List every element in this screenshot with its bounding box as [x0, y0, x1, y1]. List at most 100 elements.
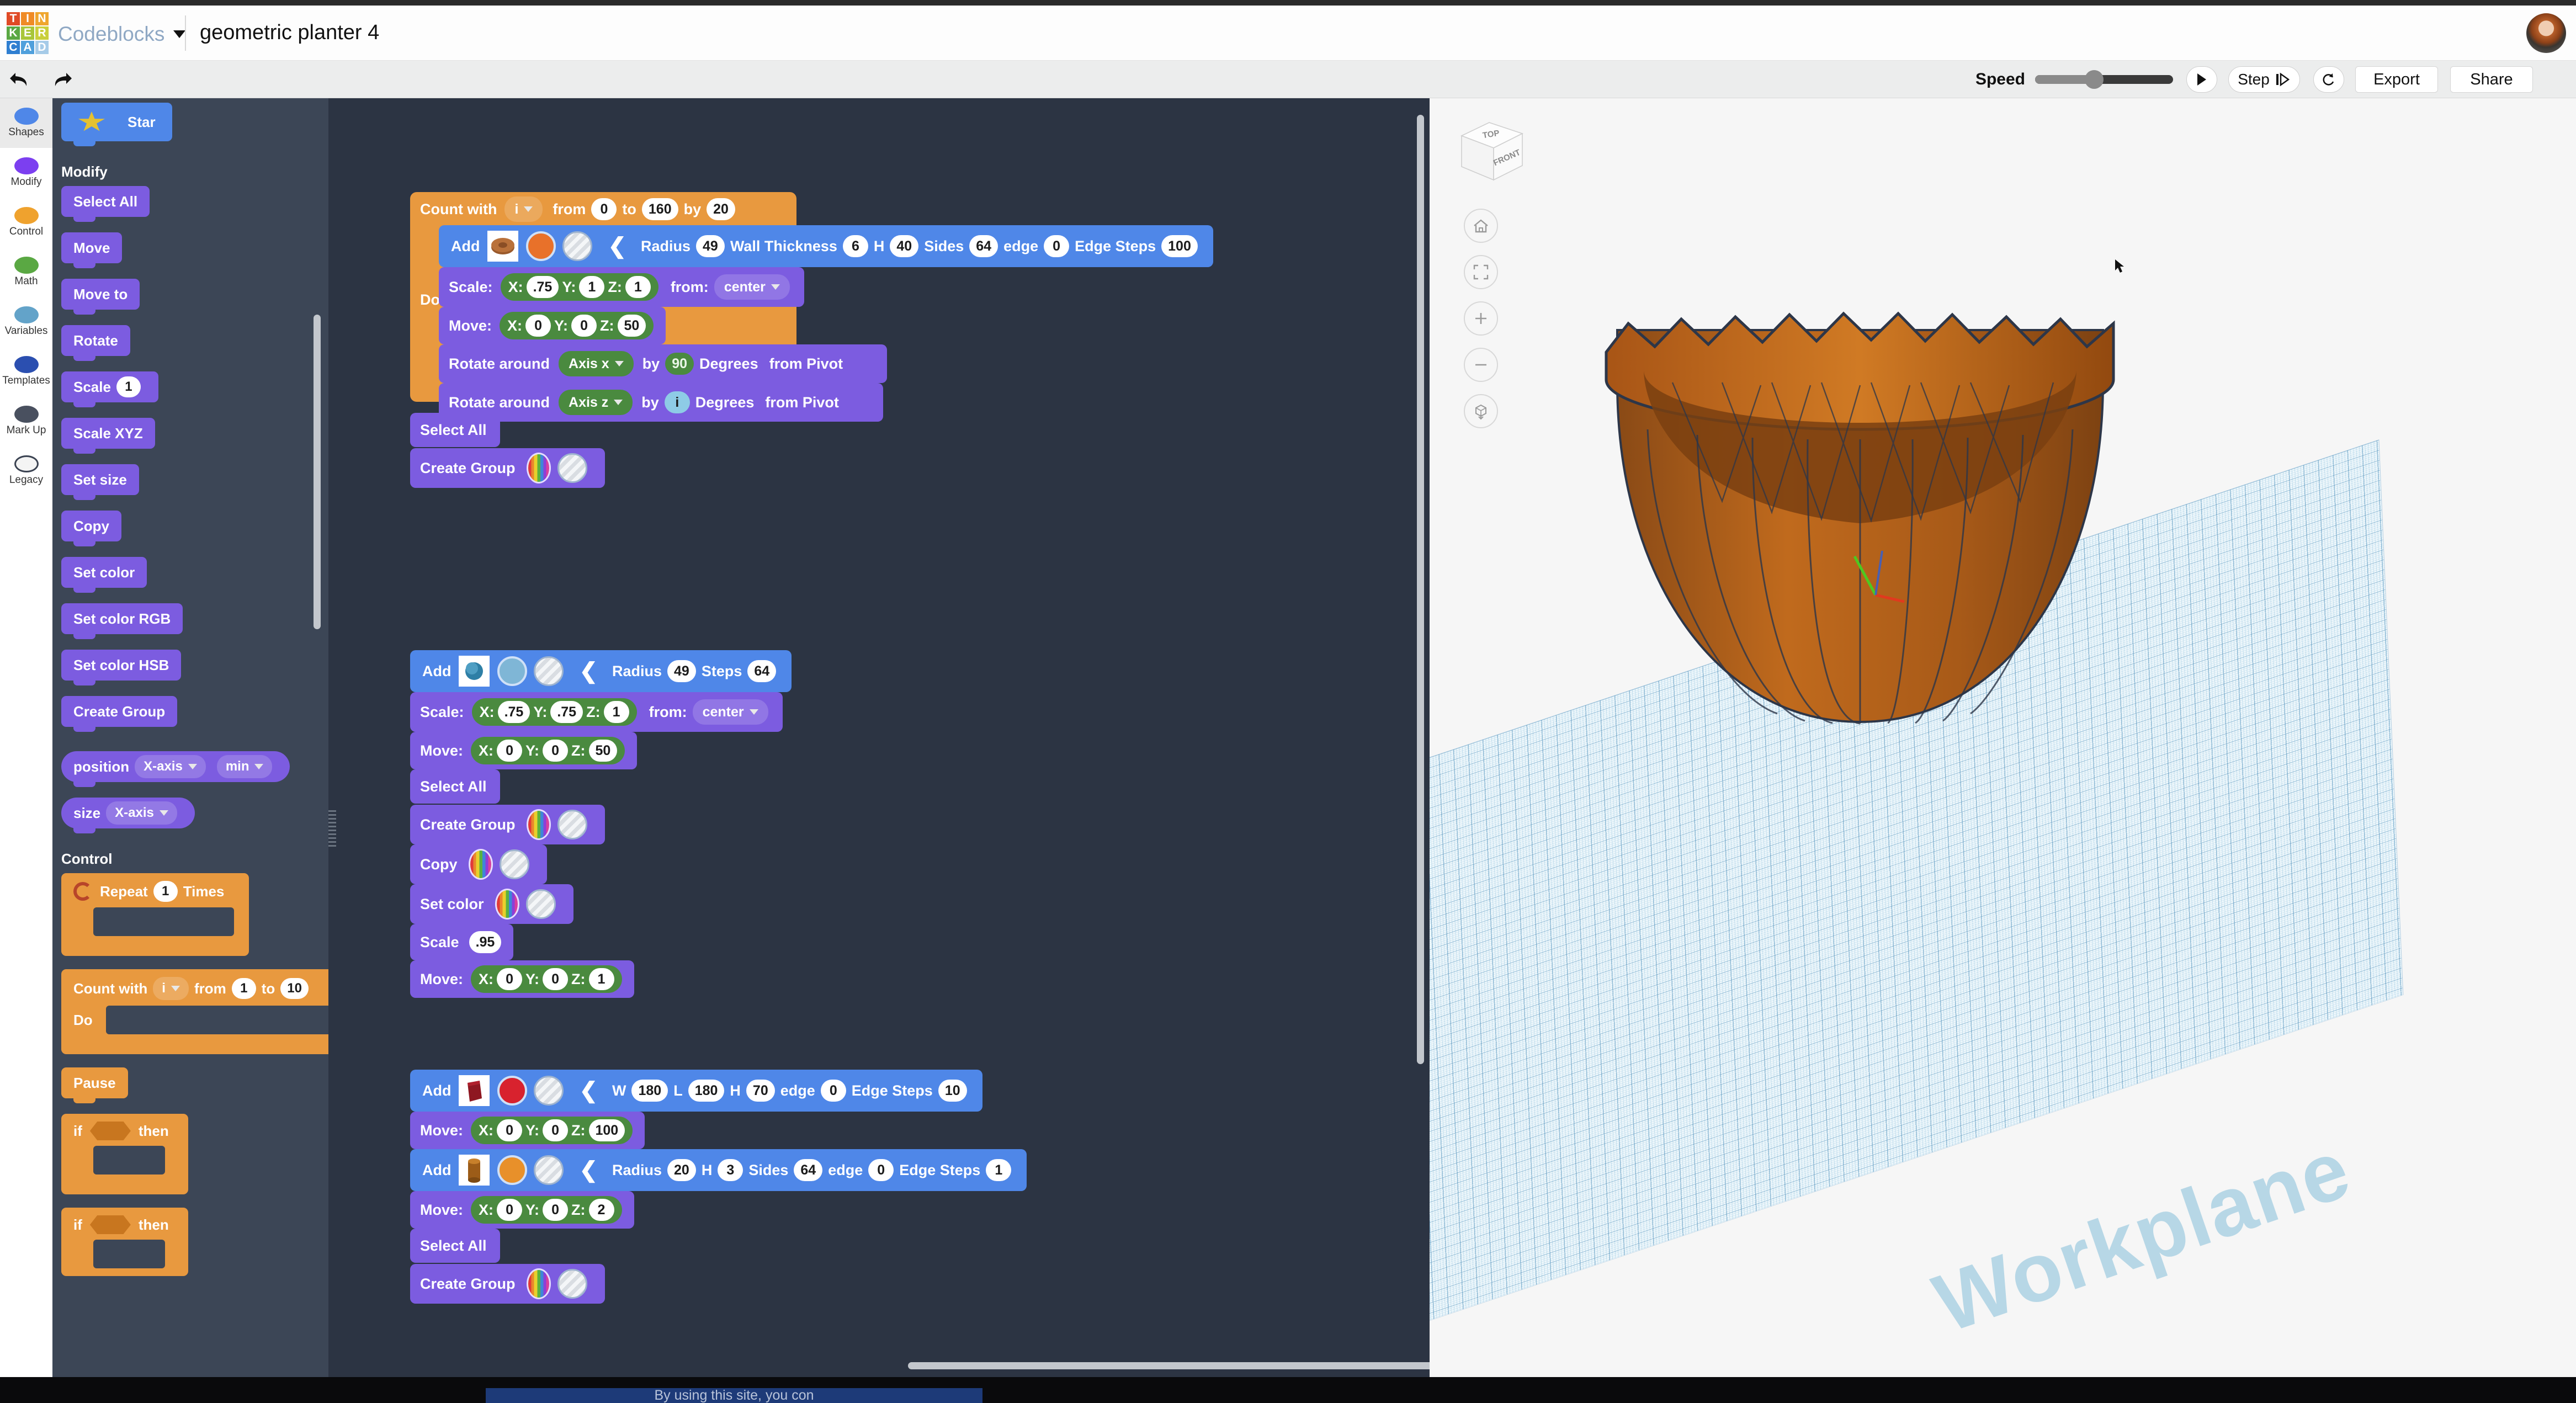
- move-x-input[interactable]: 0: [525, 315, 551, 337]
- ortho-view-icon[interactable]: [1464, 394, 1498, 428]
- length-input[interactable]: 180: [688, 1080, 725, 1102]
- speed-control[interactable]: Speed: [1975, 65, 2173, 94]
- collapse-chevron-icon[interactable]: ❮: [579, 658, 598, 684]
- repeat-count-input[interactable]: 1: [153, 881, 178, 902]
- planter-model[interactable]: [1595, 264, 2125, 733]
- category-legacy[interactable]: Legacy: [0, 446, 52, 496]
- axis-dropdown[interactable]: X-axis: [135, 755, 206, 778]
- move-y-input[interactable]: 0: [543, 740, 569, 762]
- collapse-chevron-icon[interactable]: ❮: [608, 233, 626, 259]
- hole-toggle-icon[interactable]: [562, 231, 593, 261]
- palette-block-count-with[interactable]: Count with i from 1 to 10 Do: [61, 969, 328, 1054]
- tinkercad-logo[interactable]: TIN KER CAD: [7, 12, 49, 54]
- move-z-input[interactable]: 50: [588, 740, 618, 762]
- height-input[interactable]: 40: [890, 235, 919, 257]
- rotate-block-x[interactable]: Rotate around Axis x by 90 Degrees from …: [439, 344, 888, 383]
- palette-block-move[interactable]: Move: [61, 232, 123, 268]
- hole-toggle-icon[interactable]: [499, 849, 529, 879]
- category-modify[interactable]: Modify: [0, 148, 52, 198]
- rainbow-color-icon[interactable]: [468, 849, 493, 880]
- scale-y-input[interactable]: 1: [579, 276, 605, 298]
- color-swatch[interactable]: [497, 656, 528, 686]
- reset-button[interactable]: [2313, 66, 2344, 93]
- move-block-4[interactable]: Move: X: 0 Y: 0 Z: 100: [410, 1112, 645, 1149]
- collapse-chevron-icon[interactable]: ❮: [579, 1157, 598, 1183]
- 3d-viewport[interactable]: Workplane TOP FRONT: [1430, 98, 2576, 1377]
- condition-slot[interactable]: [89, 1122, 131, 1140]
- avatar[interactable]: [2526, 13, 2566, 53]
- sides-input[interactable]: 64: [794, 1159, 823, 1181]
- minmax-dropdown[interactable]: min: [216, 755, 273, 778]
- move-x-input[interactable]: 0: [497, 968, 523, 990]
- if-body-slot[interactable]: [93, 1240, 166, 1268]
- wall-thickness-input[interactable]: 6: [842, 235, 868, 257]
- scale-z-input[interactable]: 1: [625, 276, 651, 298]
- rainbow-color-icon[interactable]: [526, 809, 551, 840]
- color-swatch[interactable]: [497, 1076, 528, 1106]
- palette-block-set-color[interactable]: Set color: [61, 557, 147, 593]
- scale-x-input[interactable]: .75: [497, 701, 530, 723]
- rainbow-color-icon[interactable]: [526, 453, 551, 483]
- move-block-5[interactable]: Move: X: 0 Y: 0 Z: 2: [410, 1191, 634, 1229]
- loop-by-input[interactable]: 20: [707, 198, 735, 220]
- radius-input[interactable]: 20: [667, 1159, 696, 1181]
- rainbow-color-icon[interactable]: [495, 889, 519, 920]
- add-shape-block-sphere[interactable]: Add ❮ Radius 49 Steps 64: [410, 650, 792, 692]
- move-x-input[interactable]: 0: [497, 1119, 523, 1141]
- speed-slider[interactable]: [2035, 70, 2173, 89]
- move-z-input[interactable]: 1: [588, 968, 614, 990]
- move-y-input[interactable]: 0: [543, 968, 569, 990]
- move-z-input[interactable]: 100: [588, 1119, 625, 1141]
- scale-origin-dropdown[interactable]: center: [692, 699, 768, 725]
- move-y-input[interactable]: 0: [543, 1199, 569, 1221]
- collapse-chevron-icon[interactable]: ❮: [579, 1078, 598, 1103]
- palette-block-scale[interactable]: Scale 1: [61, 371, 158, 407]
- palette-block-select-all[interactable]: Select All: [61, 186, 150, 222]
- condition-slot[interactable]: [89, 1215, 131, 1234]
- count-body-slot[interactable]: [105, 1006, 328, 1034]
- edge-input[interactable]: 0: [868, 1159, 894, 1181]
- move-block-2[interactable]: Move: X: 0 Y: 0 Z: 50: [410, 732, 638, 769]
- scale-value-input[interactable]: 1: [116, 376, 141, 397]
- canvas-horizontal-scrollbar[interactable]: [908, 1362, 1430, 1369]
- rotate-axis-dropdown[interactable]: Axis x: [559, 351, 634, 376]
- chevron-down-icon[interactable]: [173, 30, 186, 38]
- palette-block-repeat[interactable]: Repeat 1 Times: [61, 873, 249, 956]
- palette-block-rotate[interactable]: Rotate: [61, 325, 130, 361]
- export-button[interactable]: Export: [2355, 66, 2438, 93]
- edge-steps-input[interactable]: 10: [938, 1080, 967, 1102]
- edge-input[interactable]: 0: [1044, 235, 1070, 257]
- create-group-block-3[interactable]: Create Group: [410, 1264, 605, 1304]
- height-input[interactable]: 70: [746, 1080, 775, 1102]
- category-shapes[interactable]: Shapes: [0, 98, 52, 148]
- rainbow-color-icon[interactable]: [526, 1268, 551, 1299]
- color-swatch[interactable]: [526, 231, 556, 261]
- to-input[interactable]: 10: [280, 978, 309, 999]
- scale-origin-dropdown[interactable]: center: [714, 274, 790, 300]
- counter-var-dropdown[interactable]: i: [153, 977, 189, 1000]
- scale-y-input[interactable]: .75: [550, 701, 583, 723]
- add-shape-block-cylinder[interactable]: Add ❮ Radius 20 H 3 Sides 64 edge 0 Edge…: [410, 1149, 1027, 1191]
- share-button[interactable]: Share: [2450, 66, 2533, 93]
- scale-z-input[interactable]: 1: [603, 701, 629, 723]
- fit-view-icon[interactable]: [1464, 255, 1498, 289]
- hole-toggle-icon[interactable]: [534, 1155, 564, 1185]
- palette-block-copy[interactable]: Copy: [61, 511, 121, 546]
- add-shape-block-torus[interactable]: Add ❮ Radius 49 Wall Thickness 6 H 40 Si…: [439, 225, 1213, 267]
- select-all-block-2[interactable]: Select All: [410, 769, 500, 804]
- hole-toggle-icon[interactable]: [525, 889, 556, 919]
- zoom-out-icon[interactable]: [1464, 348, 1498, 382]
- select-all-block-1[interactable]: Select All: [410, 413, 500, 447]
- hole-toggle-icon[interactable]: [534, 1076, 564, 1106]
- palette-scrollbar[interactable]: [314, 315, 321, 629]
- width-input[interactable]: 180: [631, 1080, 668, 1102]
- edge-steps-input[interactable]: 100: [1161, 235, 1198, 257]
- app-switcher[interactable]: Codeblocks: [58, 22, 186, 46]
- move-z-input[interactable]: 2: [588, 1199, 614, 1221]
- palette-block-move-to[interactable]: Move to: [61, 279, 140, 315]
- edge-steps-input[interactable]: 1: [986, 1159, 1012, 1181]
- category-control[interactable]: Control: [0, 198, 52, 247]
- scale-block-2[interactable]: Scale: X: .75 Y: .75 Z: 1 from: center: [410, 692, 783, 732]
- undo-icon[interactable]: [8, 68, 33, 91]
- loop-to-input[interactable]: 160: [641, 198, 678, 220]
